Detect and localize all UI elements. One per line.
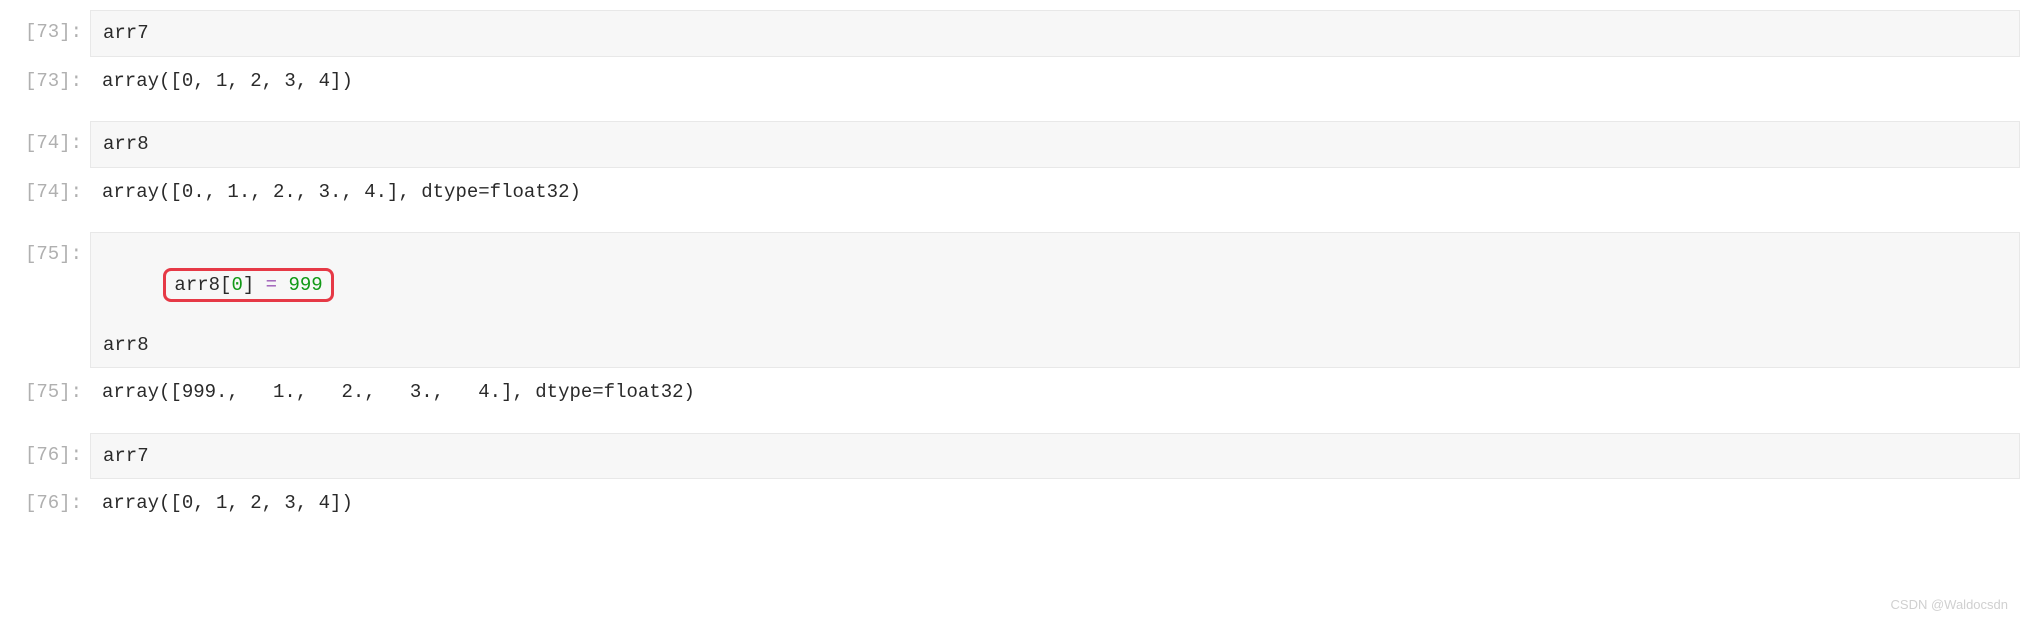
annotation-highlight-box: arr8[0] = 999 [163, 268, 333, 303]
token-operator: = [266, 274, 277, 296]
code-input-cell[interactable]: arr8 [90, 121, 2020, 168]
output-prompt: [73]: [0, 63, 90, 96]
output-text: array([0, 1, 2, 3, 4]) [102, 489, 2008, 518]
output-cell-row: [75]: array([999., 1., 2., 3., 4.], dtyp… [0, 374, 2020, 411]
output-cell-row: [74]: array([0., 1., 2., 3., 4.], dtype=… [0, 174, 2020, 211]
input-cell-row: [74]: arr8 [0, 121, 2020, 168]
output-cell-row: [73]: array([0, 1, 2, 3, 4]) [0, 63, 2020, 100]
code-line-highlighted: arr8[0] = 999 [103, 241, 2007, 331]
output-text: array([999., 1., 2., 3., 4.], dtype=floa… [102, 378, 2008, 407]
code-output-cell: array([999., 1., 2., 3., 4.], dtype=floa… [90, 374, 2020, 411]
code-line: arr7 [103, 19, 2007, 48]
input-cell-row: [73]: arr7 [0, 10, 2020, 57]
output-prompt: [74]: [0, 174, 90, 207]
code-input-cell[interactable]: arr7 [90, 10, 2020, 57]
output-cell-row: [76]: array([0, 1, 2, 3, 4]) [0, 485, 2020, 522]
code-line: arr8 [103, 130, 2007, 159]
watermark-text: CSDN @Waldocsdn [1891, 595, 2008, 615]
input-prompt: [74]: [0, 121, 90, 158]
input-prompt: [75]: [0, 232, 90, 269]
output-text: array([0, 1, 2, 3, 4]) [102, 67, 2008, 96]
code-input-cell[interactable]: arr7 [90, 433, 2020, 480]
code-output-cell: array([0, 1, 2, 3, 4]) [90, 485, 2020, 522]
code-output-cell: array([0, 1, 2, 3, 4]) [90, 63, 2020, 100]
output-prompt: [76]: [0, 485, 90, 518]
input-cell-row: [76]: arr7 [0, 433, 2020, 480]
input-prompt: [73]: [0, 10, 90, 47]
input-prompt: [76]: [0, 433, 90, 470]
code-line: arr7 [103, 442, 2007, 471]
token-index: 0 [231, 274, 242, 296]
token-lbracket: [ [220, 274, 231, 296]
token-number: 999 [288, 274, 322, 296]
code-line: arr8 [103, 331, 2007, 360]
code-output-cell: array([0., 1., 2., 3., 4.], dtype=float3… [90, 174, 2020, 211]
token-rbracket: ] [243, 274, 254, 296]
output-prompt: [75]: [0, 374, 90, 407]
token-name: arr8 [174, 274, 220, 296]
input-cell-row: [75]: arr8[0] = 999 arr8 [0, 232, 2020, 368]
output-text: array([0., 1., 2., 3., 4.], dtype=float3… [102, 178, 2008, 207]
code-input-cell[interactable]: arr8[0] = 999 arr8 [90, 232, 2020, 368]
